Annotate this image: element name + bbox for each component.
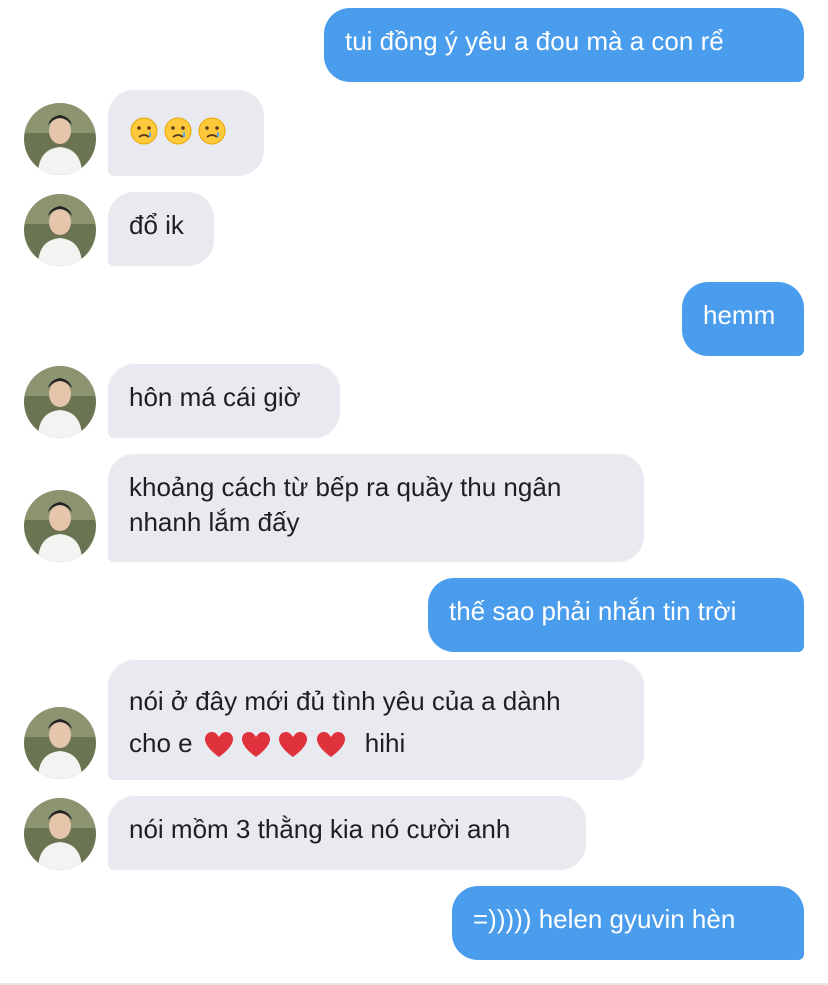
avatar-photo [24, 194, 96, 266]
avatar-photo [24, 707, 96, 779]
avatar[interactable] [24, 798, 96, 870]
message-text: nói mồm 3 thằng kia nó cười anh [129, 814, 511, 844]
incoming-message[interactable]: nói mồm 3 thằng kia nó cười anh [108, 796, 586, 870]
message-text-line: nói ở đây mới đủ tình yêu của a dành [129, 686, 561, 716]
incoming-message[interactable] [108, 90, 264, 176]
heart-icon [242, 732, 271, 758]
message-text-fragment: hihi [364, 728, 406, 758]
message-text: hôn má cái giờ [129, 382, 301, 412]
outgoing-message[interactable]: hemm [682, 282, 804, 356]
incoming-message[interactable]: khoảng cách từ bếp ra quầy thu ngân nhan… [108, 454, 644, 562]
incoming-message[interactable]: đổ ik [108, 192, 214, 266]
avatar[interactable] [24, 707, 96, 779]
emoji-row [129, 116, 236, 146]
chat-thread: tui đồng ý yêu a đou mà a con rể đổ ik h… [0, 0, 828, 985]
avatar-photo [24, 798, 96, 870]
message-text: thế sao phải nhắn tin trời [449, 596, 737, 626]
heart-icon [279, 732, 308, 758]
message-text-line: nhanh lắm đấy [129, 507, 300, 537]
message-text-line: khoảng cách từ bếp ra quầy thu ngân [129, 472, 562, 502]
message-text: =))))) helen gyuvin hèn [473, 904, 736, 934]
avatar-photo [24, 366, 96, 438]
outgoing-message[interactable]: thế sao phải nhắn tin trời [428, 578, 804, 652]
message-text: tui đồng ý yêu a đou mà a con rể [345, 26, 724, 56]
message-text: hemm [703, 300, 776, 330]
avatar-photo [24, 490, 96, 562]
incoming-message[interactable]: nói ở đây mới đủ tình yêu của a dành cho… [108, 660, 644, 780]
avatar-photo [24, 103, 96, 175]
outgoing-message[interactable]: tui đồng ý yêu a đou mà a con rể [324, 8, 804, 82]
incoming-message[interactable]: hôn má cái giờ [108, 364, 340, 438]
crying-face-icon [198, 117, 226, 145]
avatar[interactable] [24, 103, 96, 175]
avatar[interactable] [24, 490, 96, 562]
message-text-line: cho e hihi [129, 722, 616, 764]
crying-face-icon [164, 117, 192, 145]
message-text-fragment: cho e [129, 728, 193, 758]
message-text: đổ ik [129, 210, 184, 240]
heart-icon [316, 732, 345, 758]
avatar[interactable] [24, 366, 96, 438]
outgoing-message[interactable]: =))))) helen gyuvin hèn [452, 886, 804, 960]
crying-face-icon [130, 117, 158, 145]
avatar[interactable] [24, 194, 96, 266]
heart-icon [204, 732, 233, 758]
